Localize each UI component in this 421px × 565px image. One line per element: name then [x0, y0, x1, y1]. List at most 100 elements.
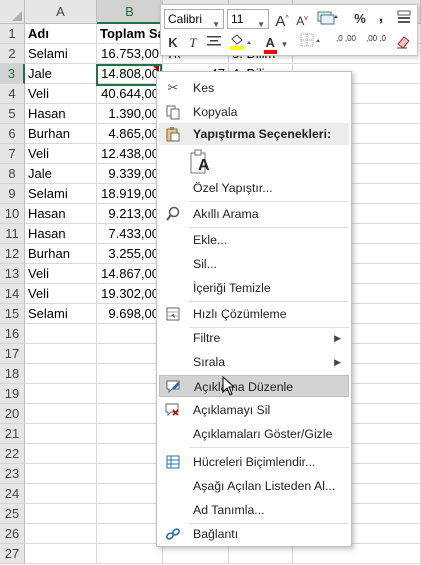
row-header-26[interactable]: 26	[0, 524, 25, 544]
menu-item-define-name[interactable]: Ad Tanımla...	[159, 499, 349, 521]
cell-b27[interactable]	[97, 544, 163, 564]
cell-b16[interactable]	[97, 324, 163, 344]
menu-item-smart-lookup[interactable]: Akıllı Arama	[159, 203, 349, 225]
cell-a20[interactable]	[25, 404, 97, 424]
row-header-5[interactable]: 5	[0, 104, 25, 124]
menu-item-sort[interactable]: Sırala ▶	[159, 351, 349, 373]
percent-style-button[interactable]: %	[351, 9, 369, 29]
cell-b20[interactable]	[97, 404, 163, 424]
row-header-10[interactable]: 10	[0, 204, 25, 224]
row-header-24[interactable]: 24	[0, 484, 25, 504]
cell-a19[interactable]	[25, 384, 97, 404]
cell-a8[interactable]: Jale	[25, 164, 97, 184]
menu-item-copy[interactable]: Kopyala	[159, 101, 349, 123]
chevron-down-icon[interactable]: ▼	[257, 16, 265, 34]
menu-item-edit-comment[interactable]: Açıklama Düzenle	[159, 375, 349, 397]
comma-style-button[interactable]: ,	[373, 7, 389, 27]
cell-b14[interactable]: 19.302,00	[97, 284, 163, 304]
cell-a9[interactable]: Selami	[25, 184, 97, 204]
row-header-21[interactable]: 21	[0, 424, 25, 444]
cell-b17[interactable]	[97, 344, 163, 364]
cell-b5[interactable]: 1.390,00	[97, 104, 163, 124]
cell-a16[interactable]	[25, 324, 97, 344]
cell-b2[interactable]: 16.753,00	[97, 44, 163, 64]
row-header-23[interactable]: 23	[0, 464, 25, 484]
menu-item-quick-analysis[interactable]: Hızlı Çözümleme	[159, 303, 349, 325]
cell-b1[interactable]: Toplam Sa	[97, 24, 163, 44]
row-header-2[interactable]: 2	[0, 44, 25, 64]
cell-b23[interactable]	[97, 464, 163, 484]
cell-a2[interactable]: Selami	[25, 44, 97, 64]
paste-option-button[interactable]: A	[189, 149, 213, 177]
clear-format-button[interactable]	[393, 33, 413, 53]
shrink-font-button[interactable]: Av	[294, 9, 310, 29]
row-header-11[interactable]: 11	[0, 224, 25, 244]
cell-b24[interactable]	[97, 484, 163, 504]
cell-b13[interactable]: 14.867,00	[97, 264, 163, 284]
menu-item-cut[interactable]: ✂ Kes	[159, 77, 349, 99]
bold-button[interactable]: K	[165, 33, 181, 53]
increase-decimal-button[interactable]: ,0 ,00	[331, 35, 361, 55]
cell-a22[interactable]	[25, 444, 97, 464]
menu-item-delete-comment[interactable]: Açıklamayı Sil	[159, 399, 349, 421]
cell-a21[interactable]	[25, 424, 97, 444]
cell-b8[interactable]: 9.339,00	[97, 164, 163, 184]
cell-a13[interactable]: Veli	[25, 264, 97, 284]
row-header-4[interactable]: 4	[0, 84, 25, 104]
row-header-25[interactable]: 25	[0, 504, 25, 524]
center-align-button[interactable]	[205, 33, 223, 53]
cell-b22[interactable]	[97, 444, 163, 464]
fill-color-button[interactable]	[227, 33, 257, 53]
cell-d27[interactable]	[229, 544, 293, 564]
font-color-button[interactable]: A ▼	[261, 33, 291, 54]
cell-a27[interactable]	[25, 544, 97, 564]
row-header-17[interactable]: 17	[0, 344, 25, 364]
cell-a3[interactable]: Jale	[25, 64, 97, 84]
select-all-corner[interactable]	[0, 0, 25, 24]
cell-a24[interactable]	[25, 484, 97, 504]
row-header-13[interactable]: 13	[0, 264, 25, 284]
cell-a14[interactable]: Veli	[25, 284, 97, 304]
cell-a1[interactable]: Adı	[25, 24, 97, 44]
row-header-27[interactable]: 27	[0, 544, 25, 564]
cell-a7[interactable]: Veli	[25, 144, 97, 164]
menu-item-format-cells[interactable]: Hücreleri Biçimlendir...	[159, 451, 349, 473]
cell-b19[interactable]	[97, 384, 163, 404]
cell-a15[interactable]: Selami	[25, 304, 97, 324]
row-header-20[interactable]: 20	[0, 404, 25, 424]
row-header-16[interactable]: 16	[0, 324, 25, 344]
decrease-decimal-button[interactable]: ,00 ,0	[361, 35, 391, 55]
cell-a5[interactable]: Hasan	[25, 104, 97, 124]
cell-b18[interactable]	[97, 364, 163, 384]
chevron-down-icon[interactable]: ▼	[212, 16, 220, 34]
cell-a26[interactable]	[25, 524, 97, 544]
cell-a25[interactable]	[25, 504, 97, 524]
row-header-1[interactable]: 1	[0, 24, 25, 44]
cell-a6[interactable]: Burhan	[25, 124, 97, 144]
font-name-box[interactable]: Calibri ▼	[164, 9, 224, 29]
row-header-19[interactable]: 19	[0, 384, 25, 404]
cell-a12[interactable]: Burhan	[25, 244, 97, 264]
menu-item-paste-special[interactable]: Özel Yapıştır...	[159, 177, 349, 199]
cell-b15[interactable]: 9.698,00	[97, 304, 163, 324]
menu-item-clear-contents[interactable]: İçeriği Temizle	[159, 277, 349, 299]
cell-b9[interactable]: 18.919,00	[97, 184, 163, 204]
row-header-15[interactable]: 15	[0, 304, 25, 324]
cell-b7[interactable]: 12.438,00	[97, 144, 163, 164]
cell-b26[interactable]	[97, 524, 163, 544]
row-header-18[interactable]: 18	[0, 364, 25, 384]
grow-font-button[interactable]: A^	[274, 9, 290, 30]
font-size-box[interactable]: 11 ▼	[227, 9, 269, 29]
row-header-14[interactable]: 14	[0, 284, 25, 304]
italic-button[interactable]: T	[185, 33, 201, 53]
row-header-6[interactable]: 6	[0, 124, 25, 144]
row-header-12[interactable]: 12	[0, 244, 25, 264]
cell-c27[interactable]	[163, 544, 229, 564]
row-header-9[interactable]: 9	[0, 184, 25, 204]
menu-item-link[interactable]: Bağlantı	[159, 523, 349, 545]
cell-b12[interactable]: 3.255,00	[97, 244, 163, 264]
menu-item-filter[interactable]: Filtre ▶	[159, 327, 349, 349]
cell-a17[interactable]	[25, 344, 97, 364]
column-header-a[interactable]: A	[25, 0, 97, 24]
cell-b25[interactable]	[97, 504, 163, 524]
